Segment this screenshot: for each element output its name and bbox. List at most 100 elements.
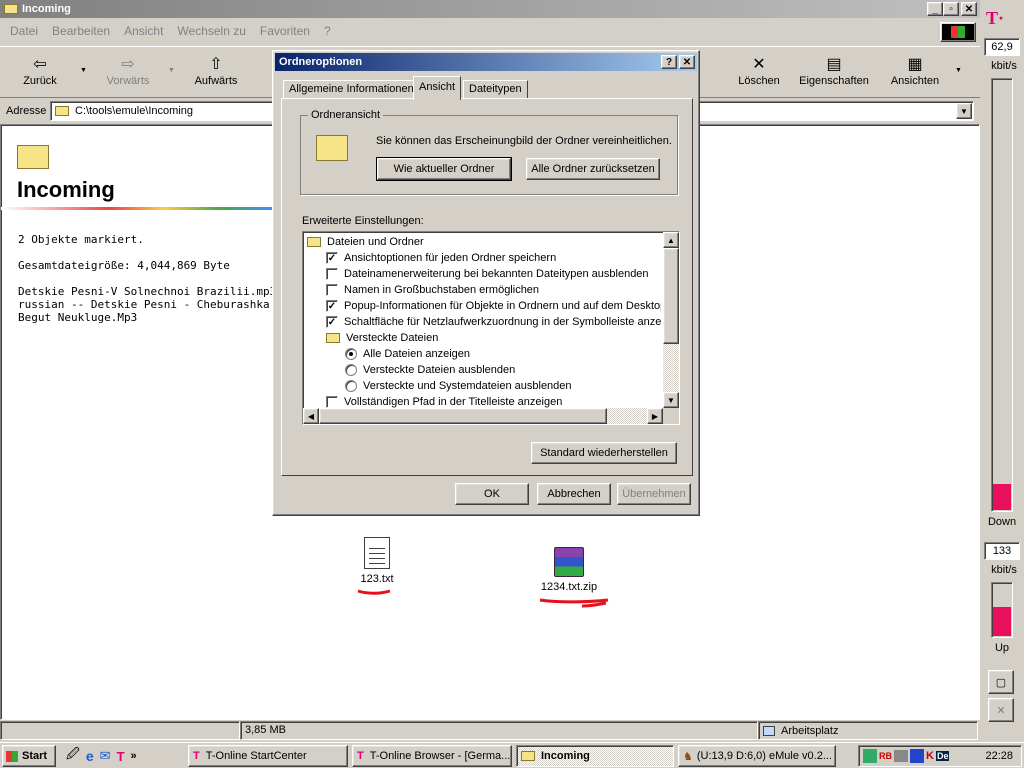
help-button[interactable]: ? xyxy=(661,55,677,69)
tab-filetypes[interactable]: Dateitypen xyxy=(463,80,528,100)
tree-row[interactable]: ✓ Schaltfläche für Netzlaufwerkzuordnung … xyxy=(326,314,661,330)
task-t-online-startcenter[interactable]: T T-Online StartCenter xyxy=(188,745,348,767)
views-dropdown-icon[interactable]: ▼ xyxy=(955,67,962,74)
checkbox[interactable]: ✓ xyxy=(326,300,338,312)
back-dropdown-icon[interactable]: ▼ xyxy=(80,67,87,74)
t-online-icon[interactable]: T xyxy=(117,749,125,764)
file-item[interactable]: 123.txt xyxy=(347,537,407,585)
ie-icon[interactable]: e xyxy=(86,748,94,764)
folder-icon xyxy=(307,237,321,247)
restore-defaults-button[interactable]: Standard wiederherstellen xyxy=(531,442,677,464)
tree-row[interactable]: Versteckte und Systemdateien ausblenden xyxy=(345,378,572,394)
menu-go[interactable]: Wechseln zu xyxy=(177,24,245,40)
tree-row[interactable]: Namen in Großbuchstaben ermöglichen xyxy=(326,282,539,298)
tree-row[interactable]: Dateinamenerweiterung bei bekannten Date… xyxy=(326,266,649,282)
file-name-2: russian -- Detskie Pesni - Cheburashka -… xyxy=(18,298,276,311)
apply-button[interactable]: Übernehmen xyxy=(617,483,691,505)
total-size: Gesamtdateigröße: 4,044,869 Byte xyxy=(18,259,230,272)
tree-row[interactable]: Vollständigen Pfad in der Titelleiste an… xyxy=(326,394,562,408)
views-button[interactable]: ▦ Ansichten xyxy=(884,47,946,95)
task-t-online-browser[interactable]: T T-Online Browser - [Germa... xyxy=(352,745,512,767)
meter-close-button[interactable]: ✕ xyxy=(988,698,1014,722)
tree-row-label: Dateien und Ordner xyxy=(327,236,424,248)
like-current-folder-button[interactable]: Wie aktueller Ordner xyxy=(376,157,512,181)
file-name-1: Detskie Pesni-V Solnechnoi Brazilii.mp3 xyxy=(18,285,276,298)
folder-options-dialog: Ordneroptionen ? ✕ Allgemeine Informatio… xyxy=(272,50,700,516)
scroll-up-button[interactable]: ▲ xyxy=(663,232,679,248)
tree-row[interactable]: ✓ Popup-Informationen für Objekte in Ordn… xyxy=(326,298,661,314)
cancel-button[interactable]: Abbrechen xyxy=(537,483,611,505)
scroll-thumb[interactable] xyxy=(663,248,679,344)
tree-row[interactable]: Alle Dateien anzeigen xyxy=(345,346,470,362)
checkbox[interactable]: ✓ xyxy=(326,252,338,264)
close-button[interactable]: ✕ xyxy=(961,2,977,16)
tree-row[interactable]: Versteckte Dateien ausblenden xyxy=(345,362,515,378)
horizontal-scrollbar[interactable]: ◀ ▶ xyxy=(303,408,663,424)
reset-all-folders-button[interactable]: Alle Ordner zurücksetzen xyxy=(526,158,660,180)
minimize-button[interactable]: _ xyxy=(927,2,943,16)
group-title: Ordneransicht xyxy=(308,109,384,121)
outlook-icon[interactable]: ✉ xyxy=(100,748,111,764)
start-button[interactable]: Start xyxy=(2,745,56,767)
advanced-settings-tree[interactable]: Dateien und Ordner ✓ Ansichtoptionen für j… xyxy=(302,231,680,425)
menu-favorites[interactable]: Favoriten xyxy=(260,24,310,40)
computer-icon xyxy=(763,725,775,736)
back-button[interactable]: ⇦ Zurück xyxy=(14,47,66,95)
clock[interactable]: 22:28 xyxy=(985,750,1013,762)
forward-dropdown-icon[interactable]: ▼ xyxy=(168,67,175,74)
more-chevron-icon[interactable]: » xyxy=(131,750,137,762)
tray-dsl-icon[interactable] xyxy=(894,750,908,762)
radio-button[interactable] xyxy=(345,380,357,392)
explorer-titlebar[interactable]: Incoming xyxy=(0,0,980,18)
tree-row[interactable]: ✓ Ansichtoptionen für jeden Ordner speich… xyxy=(326,250,556,266)
forward-button[interactable]: ⇨ Vorwärts xyxy=(100,47,156,95)
properties-button[interactable]: ▤ Eigenschaften xyxy=(796,47,872,95)
menu-edit[interactable]: Bearbeiten xyxy=(52,24,110,40)
vertical-scrollbar[interactable]: ▲ ▼ xyxy=(663,232,679,408)
show-desktop-icon[interactable]: 🖉 xyxy=(66,745,80,767)
tray-antivirus-icon[interactable] xyxy=(910,749,924,763)
tab-view[interactable]: Ansicht xyxy=(413,76,462,100)
forward-arrow-icon: ⇨ xyxy=(121,56,135,73)
menu-view[interactable]: Ansicht xyxy=(124,24,163,40)
scroll-down-button[interactable]: ▼ xyxy=(663,392,679,408)
folder-view-icon xyxy=(316,135,348,161)
meter-window-button[interactable]: ▢ xyxy=(988,670,1014,694)
folder-heading: Incoming xyxy=(17,177,115,202)
checkbox[interactable] xyxy=(326,268,338,280)
hscroll-thumb[interactable] xyxy=(319,408,607,424)
tree-content: Dateien und Ordner ✓ Ansichtoptionen für j… xyxy=(305,234,661,408)
radio-button[interactable] xyxy=(345,364,357,376)
tray-k-icon[interactable]: K xyxy=(926,750,934,762)
up-button[interactable]: ⇧ Aufwärts xyxy=(188,47,244,95)
menu-help[interactable]: ? xyxy=(324,24,331,40)
checkbox[interactable]: ✓ xyxy=(326,316,338,328)
checkbox[interactable] xyxy=(326,284,338,296)
task-emule[interactable]: ♞ (U:13,9 D:6,0) eMule v0.2... xyxy=(678,745,836,767)
address-dropdown-button[interactable]: ▼ xyxy=(956,103,972,119)
windows-logo xyxy=(940,22,976,42)
tray-lang-icon[interactable]: De xyxy=(935,751,950,761)
task-incoming[interactable]: Incoming xyxy=(516,745,674,767)
status-bar: 3,85 MB Arbeitsplatz xyxy=(0,721,980,741)
restore-button[interactable]: ▫ xyxy=(943,2,959,16)
checkbox[interactable] xyxy=(326,396,338,408)
radio-button[interactable] xyxy=(345,348,357,360)
ok-button[interactable]: OK xyxy=(455,483,529,505)
down-rate-box: 62,9 xyxy=(984,38,1020,56)
tree-row-label: Schaltfläche für Netzlaufwerkzuordnung i… xyxy=(344,316,661,328)
tree-row-label: Versteckte Dateien xyxy=(346,332,439,344)
file-item[interactable]: 1234.txt.zip xyxy=(533,547,605,593)
folder-view-group xyxy=(300,115,678,195)
text-file-icon xyxy=(364,537,390,569)
dialog-close-button[interactable]: ✕ xyxy=(679,55,695,69)
tray-rb-icon[interactable]: RB xyxy=(879,751,892,761)
taskbar: Start 🖉 e ✉ T » T T-Online StartCenter T… xyxy=(0,742,1024,768)
menu-file[interactable]: Datei xyxy=(10,24,38,40)
dialog-titlebar[interactable]: Ordneroptionen xyxy=(275,53,697,71)
tray-network-icon[interactable] xyxy=(863,749,877,763)
scroll-left-button[interactable]: ◀ xyxy=(303,408,319,424)
scroll-right-button[interactable]: ▶ xyxy=(647,408,663,424)
tab-general[interactable]: Allgemeine Informationen xyxy=(283,80,420,100)
delete-button[interactable]: ✕ Löschen xyxy=(730,47,788,95)
